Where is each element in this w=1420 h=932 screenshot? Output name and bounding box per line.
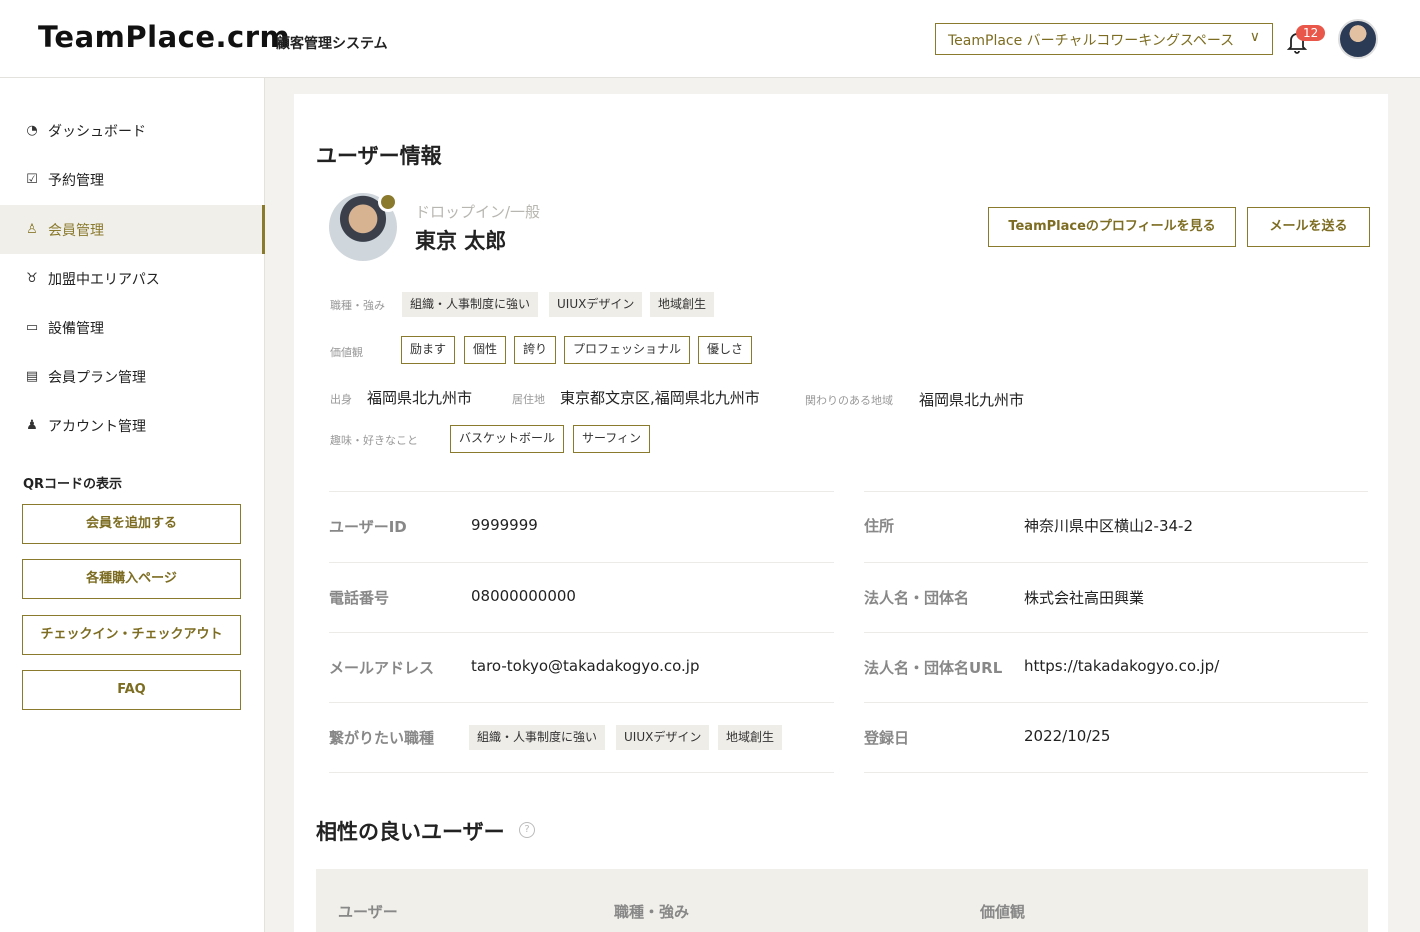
sidebar-item-label: アカウント管理 bbox=[48, 418, 146, 435]
row-divider bbox=[329, 702, 834, 703]
company-url-value[interactable]: https://takadakogyo.co.jp/ bbox=[1024, 657, 1219, 675]
skill-chip: 地域創生 bbox=[650, 292, 715, 317]
row-divider bbox=[329, 772, 834, 773]
compat-users-title: 相性の良いユーザー bbox=[316, 820, 505, 844]
sidebar-item-facilities[interactable]: ▭ 設備管理 bbox=[0, 303, 265, 352]
column-header-skills[interactable]: 職種・強み bbox=[614, 901, 689, 922]
user-id-label: ユーザーID bbox=[329, 518, 407, 536]
sidebar: ◔ ダッシュボード ☑ 予約管理 ♙ 会員管理 ♉ 加盟中エリアパス ▭ 設備管… bbox=[0, 78, 265, 932]
user-id-value: 9999999 bbox=[471, 516, 538, 534]
skills-label: 職種・強み bbox=[330, 299, 385, 312]
user-info-card: ユーザー情報 ドロップイン/一般 東京 太郎 TeamPlaceのプロフィールを… bbox=[294, 94, 1388, 932]
registered-date-label: 登録日 bbox=[864, 729, 910, 747]
user-avatar[interactable] bbox=[1338, 19, 1378, 59]
row-divider bbox=[864, 632, 1368, 633]
hobby-chip: バスケットボール bbox=[450, 425, 565, 453]
residence-value: 東京都文京区,福岡県北九州市 bbox=[560, 389, 760, 407]
monitor-icon: ▭ bbox=[25, 320, 39, 335]
page-title: ユーザー情報 bbox=[316, 144, 442, 168]
row-divider bbox=[329, 562, 834, 563]
skill-chip: 組織・人事制度に強い bbox=[402, 292, 539, 317]
app-logo[interactable]: TeamPlace.crm bbox=[38, 20, 290, 54]
list-icon: ▤ bbox=[25, 369, 39, 384]
sidebar-item-members[interactable]: ♙ 会員管理 bbox=[0, 205, 265, 254]
value-chip: 優しさ bbox=[698, 336, 753, 364]
faq-button[interactable]: FAQ bbox=[22, 670, 241, 710]
value-chip: 個性 bbox=[464, 336, 507, 364]
member-name: 東京 太郎 bbox=[415, 229, 507, 253]
origin-value: 福岡県北九州市 bbox=[367, 389, 473, 407]
status-dot bbox=[378, 192, 398, 212]
sidebar-item-area-pass[interactable]: ♉ 加盟中エリアパス bbox=[0, 254, 265, 303]
sidebar-item-label: ダッシュボード bbox=[48, 123, 146, 140]
sidebar-item-account[interactable]: ♟ アカウント管理 bbox=[0, 401, 265, 450]
company-value: 株式会社高田興業 bbox=[1024, 589, 1145, 607]
sidebar-item-label: 会員管理 bbox=[48, 222, 104, 239]
skill-chip: UIUXデザイン bbox=[549, 292, 643, 317]
sidebar-item-label: 加盟中エリアパス bbox=[48, 271, 160, 288]
award-icon: ♉ bbox=[26, 271, 38, 286]
member-role: ドロップイン/一般 bbox=[415, 203, 541, 221]
workspace-select[interactable]: TeamPlace バーチャルコワーキングスペース ∨ bbox=[935, 23, 1273, 55]
origin-label: 出身 bbox=[330, 393, 352, 406]
send-mail-button[interactable]: メールを送る bbox=[1247, 207, 1370, 247]
chart-icon: ◔ bbox=[26, 123, 38, 138]
email-value[interactable]: taro-tokyo@takadakogyo.co.jp bbox=[471, 657, 699, 675]
row-divider bbox=[329, 632, 834, 633]
residence-label: 居住地 bbox=[512, 393, 545, 406]
help-icon[interactable]: ? bbox=[519, 822, 535, 838]
desired-role-chip: UIUXデザイン bbox=[616, 725, 710, 750]
desired-role-chip: 地域創生 bbox=[718, 725, 783, 750]
workspace-select-label: TeamPlace バーチャルコワーキングスペース bbox=[948, 33, 1235, 49]
region-value: 福岡県北九州市 bbox=[919, 391, 1025, 409]
sidebar-item-reservations[interactable]: ☑ 予約管理 bbox=[0, 155, 265, 204]
address-label: 住所 bbox=[864, 517, 895, 535]
value-chip: 励ます bbox=[401, 336, 456, 364]
hobby-chip: サーフィン bbox=[573, 425, 651, 453]
checkin-checkout-button[interactable]: チェックイン・チェックアウト bbox=[22, 615, 241, 655]
purchase-pages-button[interactable]: 各種購入ページ bbox=[22, 559, 241, 599]
phone-label: 電話番号 bbox=[329, 589, 390, 607]
calendar-check-icon: ☑ bbox=[26, 172, 38, 187]
app-header: TeamPlace.crm 顧客管理システム TeamPlace バーチャルコワ… bbox=[0, 0, 1420, 78]
phone-value: 08000000000 bbox=[471, 587, 576, 605]
chevron-down-icon: ∨ bbox=[1249, 29, 1260, 45]
qr-section-title: QRコードの表示 bbox=[23, 477, 123, 492]
column-header-values[interactable]: 価値観 bbox=[980, 901, 1025, 922]
row-divider bbox=[329, 491, 834, 492]
sidebar-item-label: 会員プラン管理 bbox=[48, 369, 146, 386]
company-label: 法人名・団体名 bbox=[864, 589, 970, 607]
compat-table-header: ユーザー 職種・強み 価値観 bbox=[316, 869, 1368, 932]
email-label: メールアドレス bbox=[329, 659, 435, 677]
row-divider bbox=[864, 491, 1368, 492]
region-label: 関わりのある地域 bbox=[805, 394, 893, 407]
address-value: 神奈川県中区横山2-34-2 bbox=[1024, 517, 1193, 535]
desired-roles-label: 繋がりたい職種 bbox=[329, 729, 435, 747]
company-url-label: 法人名・団体名URL bbox=[864, 659, 1003, 677]
value-chip: 誇り bbox=[514, 336, 557, 364]
row-divider bbox=[864, 772, 1368, 773]
add-member-button[interactable]: 会員を追加する bbox=[22, 504, 241, 544]
sidebar-item-label: 予約管理 bbox=[48, 172, 104, 189]
sidebar-item-member-plans[interactable]: ▤ 会員プラン管理 bbox=[0, 352, 265, 401]
desired-role-chip: 組織・人事制度に強い bbox=[469, 725, 606, 750]
registered-date-value: 2022/10/25 bbox=[1024, 727, 1111, 745]
hobby-label: 趣味・好きなこと bbox=[330, 434, 418, 447]
sidebar-item-dashboard[interactable]: ◔ ダッシュボード bbox=[0, 106, 265, 155]
app-subtitle: 顧客管理システム bbox=[276, 36, 388, 52]
column-header-user[interactable]: ユーザー bbox=[338, 901, 398, 922]
members-icon: ♙ bbox=[26, 222, 38, 237]
notification-badge: 12 bbox=[1296, 25, 1326, 41]
row-divider bbox=[864, 562, 1368, 563]
value-chip: プロフェッショナル bbox=[564, 336, 691, 364]
account-icon: ♟ bbox=[26, 418, 38, 433]
view-profile-button[interactable]: TeamPlaceのプロフィールを見る bbox=[988, 207, 1236, 247]
values-label: 価値観 bbox=[330, 346, 363, 359]
sidebar-item-label: 設備管理 bbox=[48, 320, 104, 337]
row-divider bbox=[864, 702, 1368, 703]
